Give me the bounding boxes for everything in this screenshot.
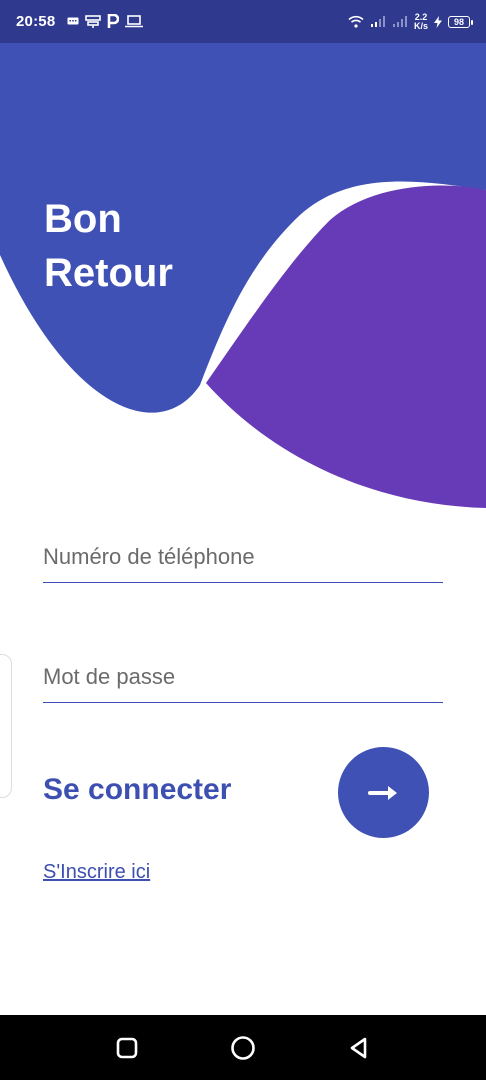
welcome-title-line1: Bon [44,197,122,241]
parking-notification-icon [108,14,120,28]
phone-input[interactable] [43,533,443,581]
home-icon[interactable] [230,1035,256,1061]
password-input[interactable] [43,653,443,701]
laptop-notification-icon [125,15,144,28]
status-bar: 20:58 2.2 K/s 98 [0,0,486,43]
status-time: 20:58 [16,13,56,30]
system-navigation-bar [0,1015,486,1080]
monitor-notification-icon [85,14,102,28]
edge-panel-handle[interactable] [0,654,12,798]
system-indicators: 2.2 K/s 98 [348,0,473,43]
battery-icon: 98 [448,15,473,28]
password-field [43,653,443,703]
signal-sim2-icon [392,16,407,27]
signin-label: Se connecter [43,773,232,806]
message-notification-icon [67,17,79,24]
network-speed: 2.2 K/s [413,12,428,31]
arrow-right-icon [367,785,397,800]
signin-button[interactable] [338,747,429,838]
wifi-icon [348,15,364,28]
notification-icons [67,14,144,29]
welcome-title-line2: Retour [44,251,173,295]
back-icon[interactable] [347,1036,371,1060]
charging-icon [434,15,442,28]
signup-link[interactable]: S'Inscrire ici [43,861,150,884]
phone-field [43,533,443,583]
network-speed-unit: K/s [413,20,428,31]
signal-sim1-icon [370,16,385,27]
battery-level: 98 [453,16,464,27]
recent-apps-icon[interactable] [115,1036,139,1060]
welcome-title: Bon Retour [44,192,173,300]
